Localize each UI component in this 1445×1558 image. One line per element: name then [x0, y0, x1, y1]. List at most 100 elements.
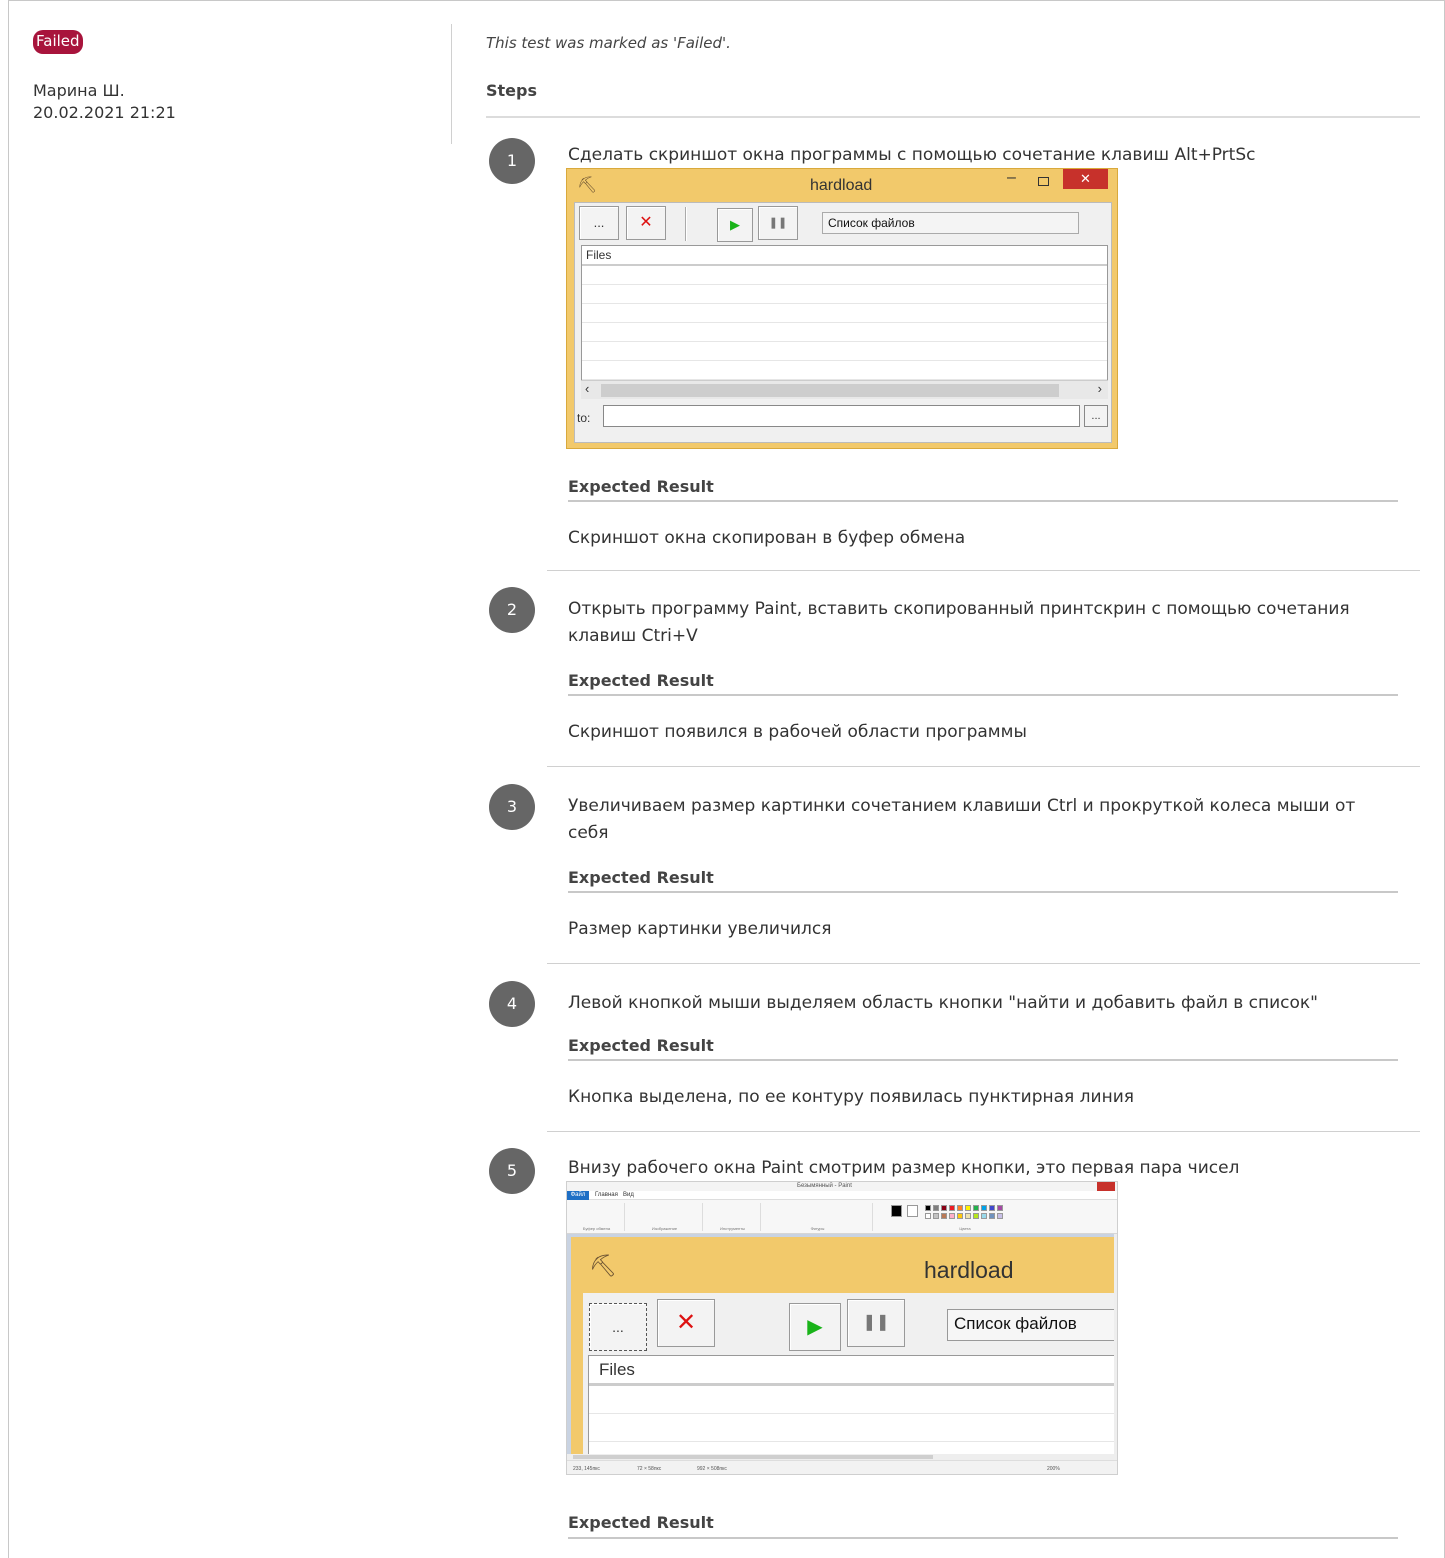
- color-swatch: [989, 1213, 995, 1219]
- step-text-5: Внизу рабочего окна Paint смотрим размер…: [568, 1158, 1240, 1178]
- table-row: [582, 361, 1107, 380]
- paint-screenshot: Безымянный - Paint Файл Главная Вид Буфе…: [566, 1181, 1118, 1475]
- color-swatch: [973, 1213, 979, 1219]
- table-row: [589, 1386, 1115, 1414]
- horizontal-scrollbar: ‹ ›: [581, 380, 1108, 399]
- expected-result-heading-1: Expected Result: [568, 477, 714, 496]
- step-number-2: 2: [489, 587, 535, 633]
- color-swatch: [957, 1213, 963, 1219]
- step-text-3: Увеличиваем размер картинки сочетанием к…: [568, 796, 1356, 843]
- expected-divider: [568, 1059, 1398, 1061]
- ribbon-group-image: Изображение: [627, 1203, 703, 1231]
- step-text-4: Левой кнопкой мыши выделяем область кноп…: [568, 993, 1318, 1013]
- table-row: [582, 323, 1107, 342]
- shovel-icon: ⛏: [577, 177, 598, 194]
- destination-browse-button: ...: [1084, 405, 1108, 427]
- color-swatch: [965, 1213, 971, 1219]
- ribbon-group-label: Изображение: [651, 1226, 678, 1231]
- play-icon: ▶: [717, 208, 753, 242]
- remove-icon: ✕: [626, 206, 666, 240]
- color-swatch: [997, 1205, 1003, 1211]
- marked-status-text: This test was marked as 'Failed'.: [486, 34, 731, 52]
- file-list-label: Список файлов: [822, 212, 1079, 234]
- chevron-left-icon: ‹: [585, 381, 590, 396]
- step-separator: [547, 766, 1420, 767]
- zoomed-files-table: Files: [588, 1355, 1115, 1460]
- expected-result-heading-2: Expected Result: [568, 671, 714, 690]
- table-row: [582, 266, 1107, 285]
- remove-icon: ✕: [657, 1299, 715, 1347]
- pause-icon: ❚❚: [758, 206, 798, 240]
- step-text-1: Сделать скриншот окна программы с помощь…: [568, 145, 1256, 165]
- zoomed-hardload-image: ⛏ hardload ... ✕ ▶ ❚❚ Список файлов File…: [571, 1237, 1115, 1460]
- files-column-header: Files: [589, 1356, 1115, 1386]
- color-swatch: [957, 1205, 963, 1211]
- tab-view: Вид: [623, 1192, 634, 1198]
- color-swatch: [925, 1213, 931, 1219]
- step-text-2: Открыть программу Paint, вставить скопир…: [568, 599, 1350, 646]
- step-separator: [547, 963, 1420, 964]
- close-icon: ✕: [1063, 169, 1108, 189]
- steps-heading: Steps: [486, 81, 537, 100]
- vertical-scrollbar: [1114, 1234, 1117, 1460]
- files-table: Files: [581, 245, 1108, 399]
- zoomed-body: ... ✕ ▶ ❚❚ Список файлов Files: [583, 1293, 1115, 1460]
- ribbon-group-tools: Инструменты: [705, 1203, 761, 1231]
- result-timestamp: 20.02.2021 21:21: [33, 103, 176, 122]
- color-swatch: [981, 1213, 987, 1219]
- result-meta: Марина Ш. 20.02.2021 21:21: [33, 80, 176, 124]
- expected-text-4: Кнопка выделена, по ее контуру появилась…: [568, 1087, 1134, 1107]
- expected-divider: [568, 694, 1398, 696]
- color-swatch: [965, 1205, 971, 1211]
- color-swatch: [941, 1205, 947, 1211]
- files-column-header: Files: [582, 246, 1107, 266]
- expected-result-heading-5: Expected Result: [568, 1513, 714, 1532]
- table-row: [589, 1414, 1115, 1442]
- ribbon-group-clipboard: Буфер обмена: [569, 1203, 625, 1231]
- zoom-level: 200%: [1047, 1466, 1060, 1472]
- image-size: 992 × 508пкс: [697, 1466, 727, 1472]
- expected-result-heading-3: Expected Result: [568, 868, 714, 887]
- destination-input: [603, 405, 1080, 427]
- ribbon-group-shapes: Фигуры: [763, 1203, 873, 1231]
- color-swatch: [925, 1205, 931, 1211]
- hardload-titlebar: ⛏ hardload – ✕: [567, 169, 1119, 203]
- expected-text-3: Размер картинки увеличился: [568, 919, 832, 939]
- ribbon-group-label: Буфер обмена: [582, 1226, 611, 1231]
- status-badge: Failed: [33, 30, 83, 54]
- paint-titlebar: Безымянный - Paint: [567, 1182, 1117, 1191]
- color2-swatch: [907, 1205, 918, 1217]
- paint-title: Безымянный - Paint: [797, 1183, 852, 1189]
- pause-icon: ❚❚: [847, 1299, 905, 1347]
- expected-text-1: Скриншот окна скопирован в буфер обмена: [568, 528, 966, 548]
- step-number-1: 1: [489, 138, 535, 184]
- zoomed-title: hardload: [924, 1257, 1014, 1283]
- destination-label: to:: [577, 411, 591, 425]
- cursor-position: 233, 145пкс: [573, 1466, 600, 1472]
- color-swatch: [997, 1213, 1003, 1219]
- step-number-5: 5: [489, 1148, 535, 1194]
- step-number-3: 3: [489, 784, 535, 830]
- table-row: [582, 304, 1107, 323]
- step-number-4: 4: [489, 981, 535, 1027]
- color-swatch: [981, 1205, 987, 1211]
- maximize-icon: [1038, 177, 1049, 186]
- ribbon-group-colors: Цвета: [885, 1203, 1045, 1231]
- close-icon: [1097, 1182, 1115, 1191]
- ribbon-group-label: Инструменты: [720, 1226, 745, 1231]
- color-swatch: [933, 1205, 939, 1211]
- paint-statusbar: 233, 145пкс 72 × 58пкс 992 × 508пкс 200%: [567, 1460, 1117, 1474]
- shovel-icon: ⛏: [589, 1253, 617, 1278]
- expected-divider: [568, 1537, 1398, 1539]
- color-swatch: [989, 1205, 995, 1211]
- minimize-icon: –: [1007, 169, 1016, 186]
- ribbon-group-label: Фигуры: [810, 1226, 825, 1231]
- hardload-body: ... ✕ ▶ ❚❚ Список файлов Files ‹ › to: .…: [574, 202, 1112, 443]
- zoomed-browse-button: ...: [589, 1303, 647, 1351]
- toolbar-separator: [685, 207, 687, 241]
- color-swatch: [949, 1213, 955, 1219]
- zoomed-file-list-label: Список файлов: [947, 1309, 1115, 1341]
- selection-size: 72 × 58пкс: [637, 1466, 662, 1472]
- color-swatch: [949, 1205, 955, 1211]
- table-row: [582, 285, 1107, 304]
